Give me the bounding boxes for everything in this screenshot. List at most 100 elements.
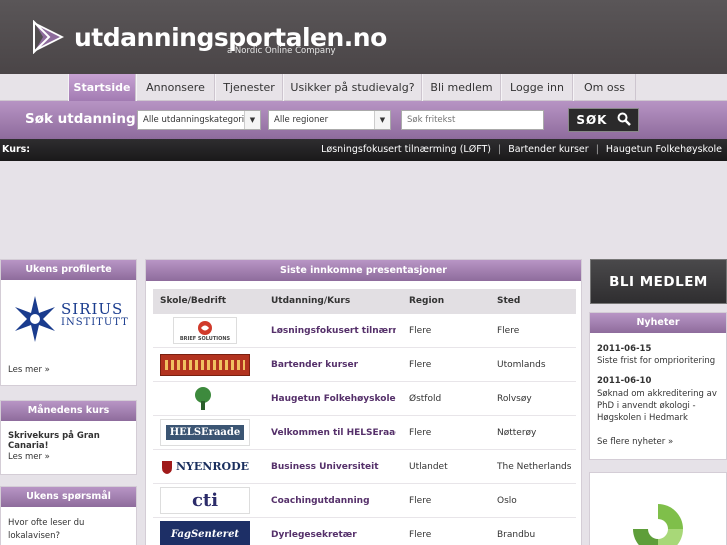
chevron-down-icon: ▼	[374, 111, 390, 129]
course-link[interactable]: Velkommen til HELSEraade!	[271, 428, 396, 438]
logo-tagline: a Nordic Online Company	[227, 46, 336, 56]
tab-annonsere[interactable]: Annonsere	[136, 74, 215, 101]
search-button-label: SØK	[576, 113, 608, 127]
column-header: Utdanning/Kurs	[271, 296, 351, 306]
course-link[interactable]: Løsningsfokusert tilnærmi...	[271, 326, 396, 336]
table-row[interactable]: Haugetun Folkehøyskole Østfold Rolvsøy	[153, 382, 576, 416]
region-select[interactable]: Alle regioner ▼	[268, 110, 391, 130]
month-course-box: Månedens kurs Skrivekurs på Gran Canaria…	[0, 400, 137, 475]
region-cell: Flere	[409, 496, 432, 506]
sted-cell: Rolvsøy	[497, 394, 532, 404]
month-course-title: Månedens kurs	[1, 401, 136, 421]
sted-cell: Flere	[497, 326, 520, 336]
question-box: Ukens spørsmål Hvor ofte leser du lokala…	[0, 486, 137, 545]
table-row[interactable]: BRIEF SOLUTIONS Løsningsfokusert tilnærm…	[153, 314, 576, 348]
news-box: Nyheter 2011-06-15 Siste frist for ompri…	[589, 312, 727, 460]
region-select-value: Alle regioner	[274, 115, 329, 125]
sirius-logo[interactable]: SIRIUS INSTITUTT	[11, 295, 128, 345]
region-cell: Flere	[409, 326, 432, 336]
tab-usikker[interactable]: Usikker på studievalg?	[283, 74, 422, 101]
table-row[interactable]: FagSenteret Dyrlegesekretær Flere Brandb…	[153, 518, 576, 545]
tab-om-oss[interactable]: Om oss	[573, 74, 636, 101]
region-cell: Utlandet	[409, 462, 448, 472]
main-nav: Startside Annonsere Tjenester Usikker på…	[0, 74, 727, 101]
region-cell: Flere	[409, 428, 432, 438]
news-more-link[interactable]: Se flere nyheter »	[597, 437, 673, 447]
tab-tjenester[interactable]: Tjenester	[215, 74, 283, 101]
course-link[interactable]: Haugetun Folkehøyskole	[271, 394, 396, 404]
news-link[interactable]: Søknad om akkreditering av PhD i anvendt…	[597, 388, 725, 424]
cti-logo[interactable]: cti	[160, 487, 250, 514]
presentations-title: Siste innkomne presentasjoner	[146, 260, 581, 281]
fagsenteret-logo-text: FagSenteret	[170, 529, 240, 540]
crest-icon	[162, 460, 172, 474]
tab-startside[interactable]: Startside	[68, 74, 136, 101]
table-row[interactable]: HELSEraade Velkommen til HELSEraade! Fle…	[153, 416, 576, 450]
course-link[interactable]: Coachingutdanning	[271, 496, 396, 506]
cti-logo-text: cti	[191, 490, 219, 511]
table-header: Skole/Bedrift Utdanning/Kurs Region Sted	[153, 289, 576, 314]
kurs-bar: Kurs: Løsningsfokusert tilnærming (LØFT)…	[0, 139, 727, 161]
kurs-link[interactable]: Haugetun Folkehøyskole	[606, 144, 722, 155]
course-link[interactable]: Bartender kurser	[271, 360, 396, 370]
green-swirl-icon	[633, 504, 683, 545]
divider: |	[498, 144, 502, 155]
question-text[interactable]: Hvor ofte leser du lokalavisen?	[8, 517, 128, 543]
sted-cell: Utomlands	[497, 360, 546, 370]
search-button[interactable]: SØK	[568, 108, 639, 132]
search-input[interactable]	[401, 110, 544, 130]
category-select[interactable]: Alle utdanningskategorier ▼	[137, 110, 261, 130]
profiled-title: Ukens profilerte	[1, 260, 136, 280]
helseraade-logo[interactable]: HELSEraade	[160, 419, 250, 446]
star-icon	[15, 296, 55, 342]
table-row[interactable]: NYENRODE Business Universiteit Utlandet …	[153, 450, 576, 484]
kurs-link[interactable]: Bartender kurser	[508, 144, 588, 155]
logo-star-icon[interactable]	[32, 20, 66, 54]
haugetun-logo[interactable]	[183, 385, 223, 412]
sted-cell: Oslo	[497, 496, 517, 506]
brief-logo-icon	[198, 320, 212, 335]
question-title: Ukens spørsmål	[1, 487, 136, 507]
brief-solutions-logo[interactable]: BRIEF SOLUTIONS	[173, 317, 237, 344]
promo-box[interactable]	[589, 472, 727, 545]
news-link[interactable]: Siste frist for omprioritering	[597, 355, 725, 367]
tab-logge-inn[interactable]: Logge inn	[501, 74, 573, 101]
column-header: Skole/Bedrift	[160, 296, 227, 306]
kurs-link[interactable]: Løsningsfokusert tilnærming (LØFT)	[321, 144, 491, 155]
sted-cell: The Netherlands	[497, 462, 572, 472]
table-row[interactable]: Bartender kurser Flere Utomlands	[153, 348, 576, 382]
nyenrode-logo-text: NYENRODE	[176, 460, 249, 473]
region-cell: Flere	[409, 530, 432, 540]
sirius-logo-name: SIRIUS	[61, 300, 124, 318]
course-link[interactable]: Dyrlegesekretær	[271, 530, 396, 540]
region-cell: Flere	[409, 360, 432, 370]
site-header: utdanningsportalen.no a Nordic Online Co…	[0, 0, 727, 74]
helseraade-logo-text: HELSEraade	[165, 425, 245, 440]
kurs-label: Kurs:	[2, 144, 31, 155]
divider: |	[595, 144, 599, 155]
month-course-name[interactable]: Skrivekurs på Gran Canaria!	[8, 431, 136, 451]
profiled-more-link[interactable]: Les mer »	[8, 365, 50, 375]
fagsenteret-logo[interactable]: FagSenteret	[160, 521, 250, 545]
search-icon	[617, 112, 631, 126]
region-cell: Østfold	[409, 394, 442, 404]
tree-icon	[195, 386, 211, 410]
column-header: Region	[409, 296, 445, 306]
profiled-box: Ukens profilerte SIRIUS INSTITUTT Les me…	[0, 259, 137, 386]
nyenrode-logo[interactable]: NYENRODE	[160, 453, 250, 480]
sted-cell: Brandbu	[497, 530, 536, 540]
news-date: 2011-06-15	[597, 344, 652, 354]
table-row[interactable]: cti Coachingutdanning Flere Oslo	[153, 484, 576, 518]
bli-medlem-button[interactable]: BLI MEDLEM	[590, 259, 727, 304]
news-date: 2011-06-10	[597, 376, 652, 386]
banner-area	[0, 161, 727, 259]
chevron-down-icon: ▼	[244, 111, 260, 129]
brief-logo-text: BRIEF SOLUTIONS	[179, 335, 231, 342]
month-course-more-link[interactable]: Les mer »	[8, 452, 50, 462]
sted-cell: Nøtterøy	[497, 428, 537, 438]
category-select-value: Alle utdanningskategorier	[143, 115, 253, 125]
column-header: Sted	[497, 296, 521, 306]
course-link[interactable]: Business Universiteit	[271, 462, 396, 472]
bartender-logo[interactable]	[160, 354, 250, 376]
tab-bli-medlem[interactable]: Bli medlem	[422, 74, 501, 101]
